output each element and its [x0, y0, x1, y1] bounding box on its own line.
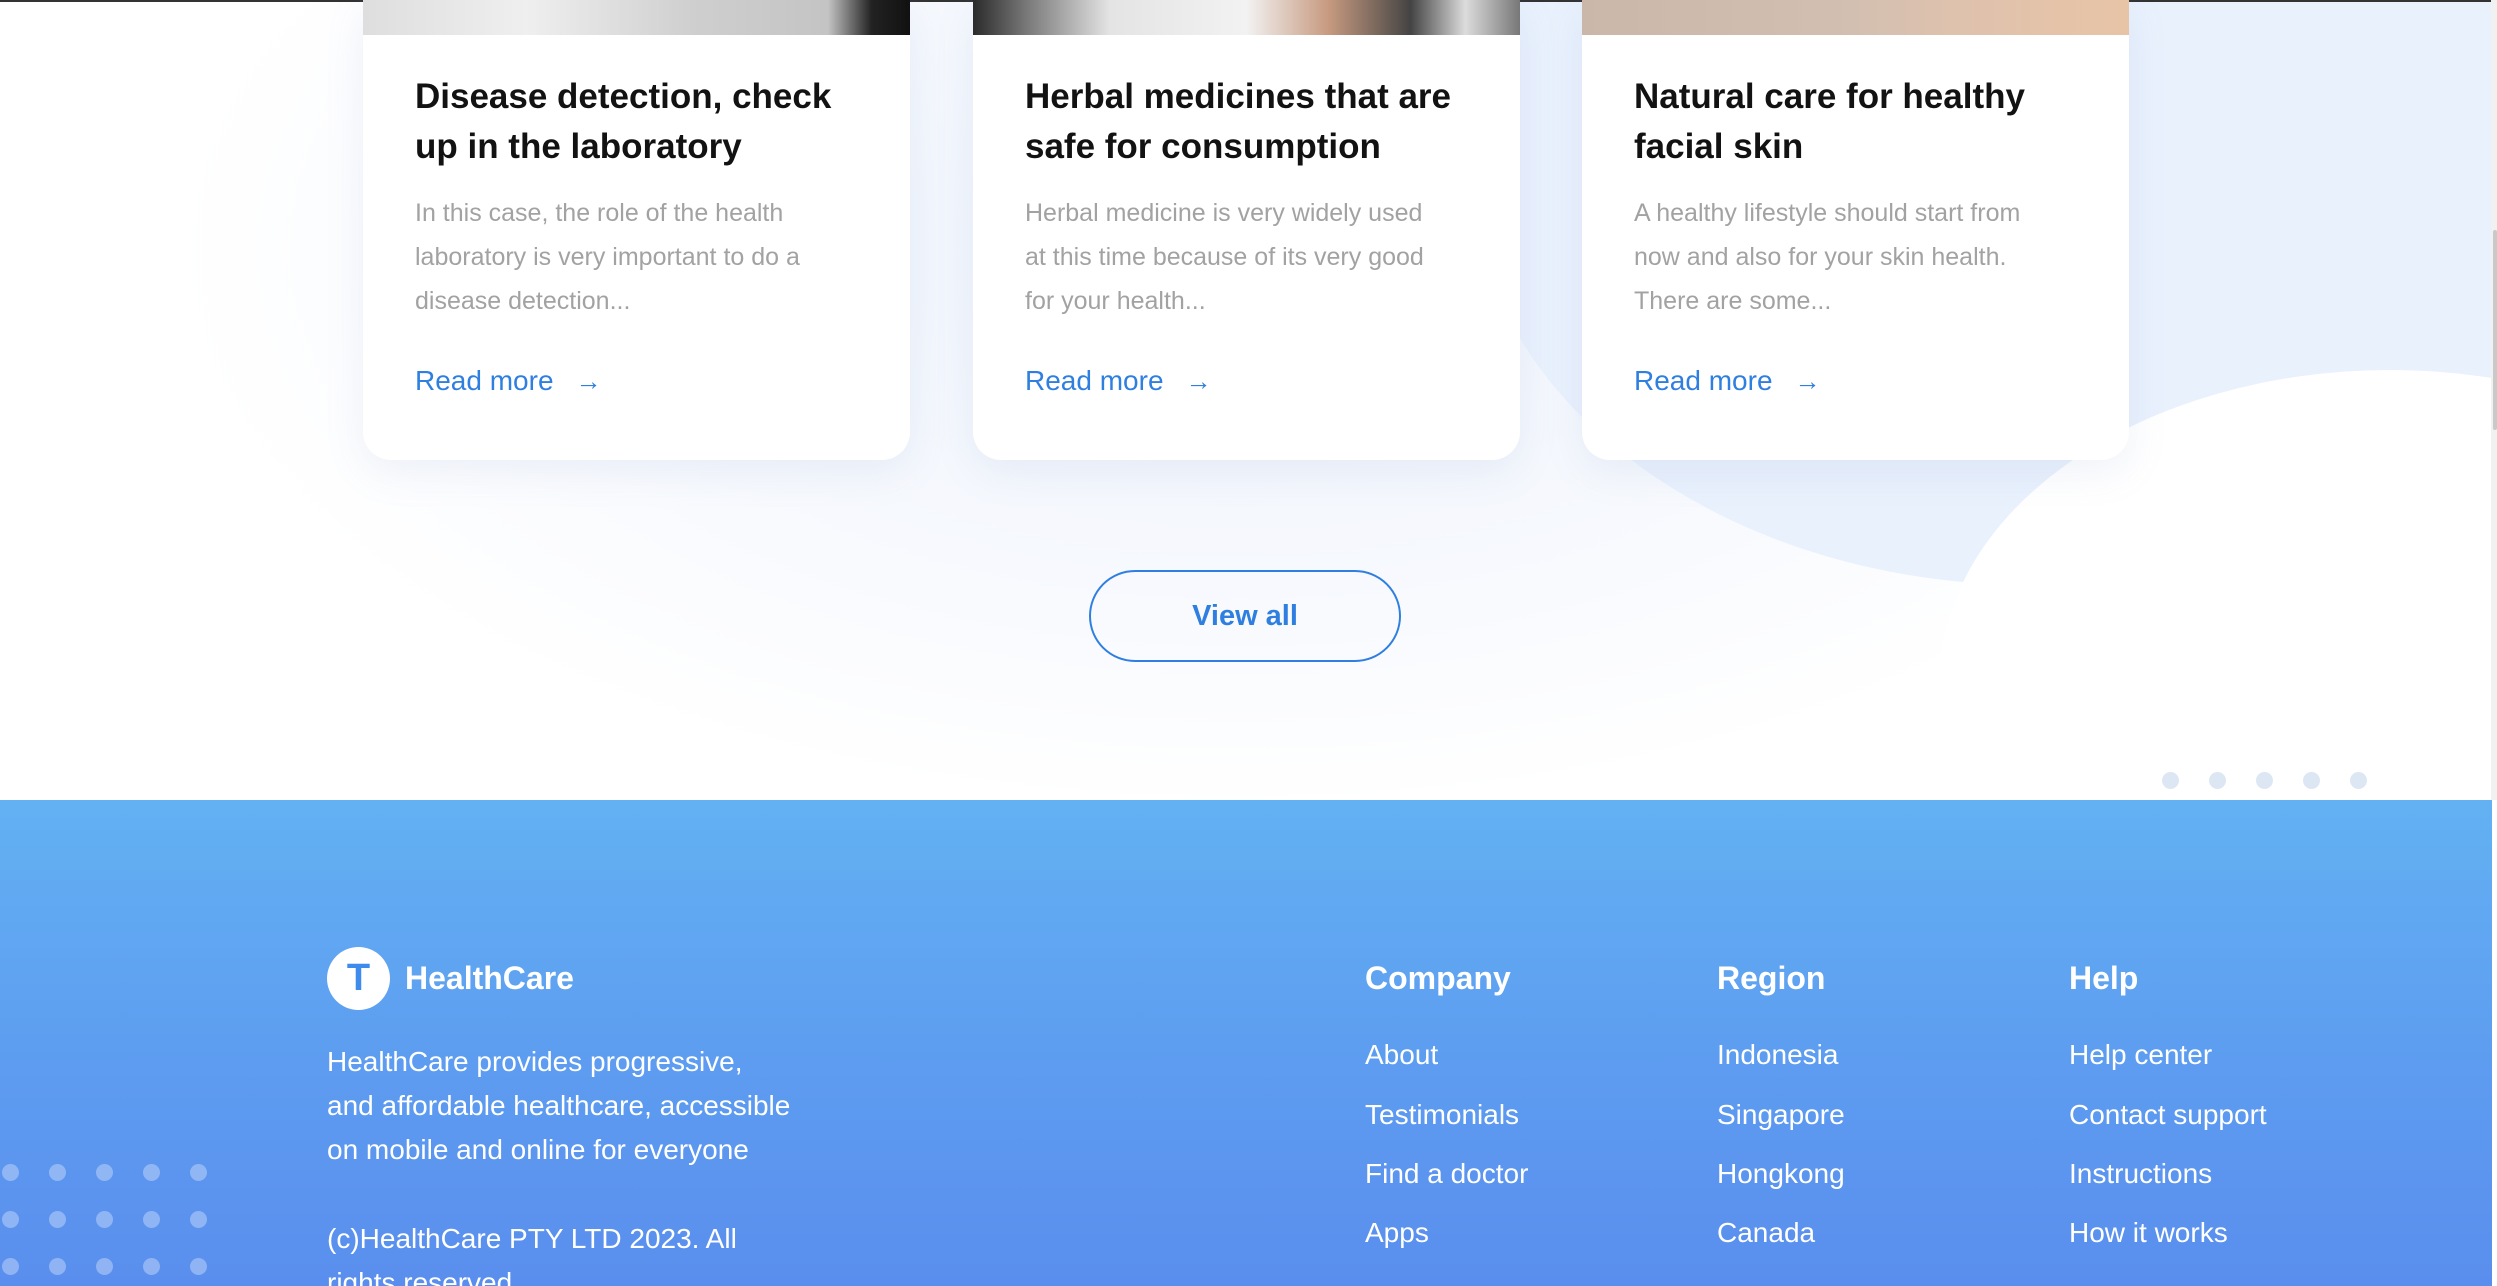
- copyright-text: (c)HealthCare PTY LTD 2023. All rights r…: [327, 1223, 737, 1286]
- dot: [2350, 772, 2367, 789]
- dot: [96, 1164, 113, 1181]
- footer-link-how-it-works[interactable]: How it works: [2069, 1213, 2228, 1253]
- region-column-title: Region: [1717, 960, 1826, 996]
- site-footer: T HealthCare HealthCare provides progres…: [0, 800, 2492, 1286]
- footer-link-testimonials[interactable]: Testimonials: [1365, 1095, 1519, 1135]
- card-excerpt: In this case, the role of the health lab…: [415, 199, 800, 315]
- read-more-label: Read more: [1025, 365, 1164, 396]
- footer-link-help-center[interactable]: Help center: [2069, 1035, 2212, 1075]
- footer-link-contact-support[interactable]: Contact support: [2069, 1095, 2267, 1135]
- read-more-link[interactable]: Read more →: [415, 365, 602, 397]
- card-image-skin: [1582, 0, 2129, 35]
- help-column-title: Help: [2069, 960, 2139, 996]
- dot: [143, 1211, 160, 1228]
- dot: [2162, 772, 2179, 789]
- logo-icon[interactable]: T: [327, 947, 390, 1010]
- card-excerpt: Herbal medicine is very widely used at t…: [1025, 199, 1424, 315]
- dot: [49, 1164, 66, 1181]
- dot: [190, 1211, 207, 1228]
- card-excerpt: A healthy lifestyle should start from no…: [1634, 199, 2021, 315]
- decorative-dots: [2162, 772, 2372, 792]
- arrow-right-icon: →: [575, 365, 602, 396]
- dot: [96, 1258, 113, 1275]
- card-image-lab: [363, 0, 910, 35]
- arrow-right-icon: →: [1794, 365, 1821, 396]
- card-title: Natural care for healthy facial skin: [1634, 77, 2025, 166]
- dot: [49, 1258, 66, 1275]
- dot: [96, 1211, 113, 1228]
- footer-link-indonesia[interactable]: Indonesia: [1717, 1035, 1838, 1075]
- blog-section: Disease detection, check up in the labor…: [0, 0, 2497, 800]
- company-column-title: Company: [1365, 960, 1511, 996]
- dot: [49, 1211, 66, 1228]
- footer-link-apps[interactable]: Apps: [1365, 1213, 1429, 1253]
- decorative-dots: [0, 1160, 220, 1286]
- dot: [2, 1258, 19, 1275]
- card-image-herbal: [973, 0, 1520, 35]
- brand-name[interactable]: HealthCare: [405, 958, 574, 998]
- footer-link-find-a-doctor[interactable]: Find a doctor: [1365, 1154, 1528, 1194]
- arrow-right-icon: →: [1185, 365, 1212, 396]
- dot: [190, 1164, 207, 1181]
- footer-link-singapore[interactable]: Singapore: [1717, 1095, 1845, 1135]
- footer-description: HealthCare provides progressive, and aff…: [327, 1046, 791, 1165]
- read-more-link[interactable]: Read more →: [1634, 365, 1821, 397]
- dot: [143, 1258, 160, 1275]
- footer-link-about[interactable]: About: [1365, 1035, 1438, 1075]
- scrollbar-thumb[interactable]: [2493, 230, 2497, 430]
- dot: [2256, 772, 2273, 789]
- dot: [2, 1164, 19, 1181]
- blog-card-1: Disease detection, check up in the labor…: [363, 0, 910, 460]
- dot: [143, 1164, 160, 1181]
- footer-link-instructions[interactable]: Instructions: [2069, 1154, 2212, 1194]
- view-all-button[interactable]: View all: [1089, 570, 1401, 662]
- footer-link-hongkong[interactable]: Hongkong: [1717, 1154, 1845, 1194]
- read-more-link[interactable]: Read more →: [1025, 365, 1212, 397]
- dot: [2209, 772, 2226, 789]
- footer-link-canada[interactable]: Canada: [1717, 1213, 1815, 1253]
- card-title: Herbal medicines that are safe for consu…: [1025, 77, 1451, 166]
- blog-card-2: Herbal medicines that are safe for consu…: [973, 0, 1520, 460]
- dot: [2303, 772, 2320, 789]
- dot: [2, 1211, 19, 1228]
- read-more-label: Read more: [1634, 365, 1773, 396]
- card-title: Disease detection, check up in the labor…: [415, 77, 832, 166]
- read-more-label: Read more: [415, 365, 554, 396]
- blog-card-3: Natural care for healthy facial skin A h…: [1582, 0, 2129, 460]
- scrollbar[interactable]: [2491, 0, 2497, 800]
- dot: [190, 1258, 207, 1275]
